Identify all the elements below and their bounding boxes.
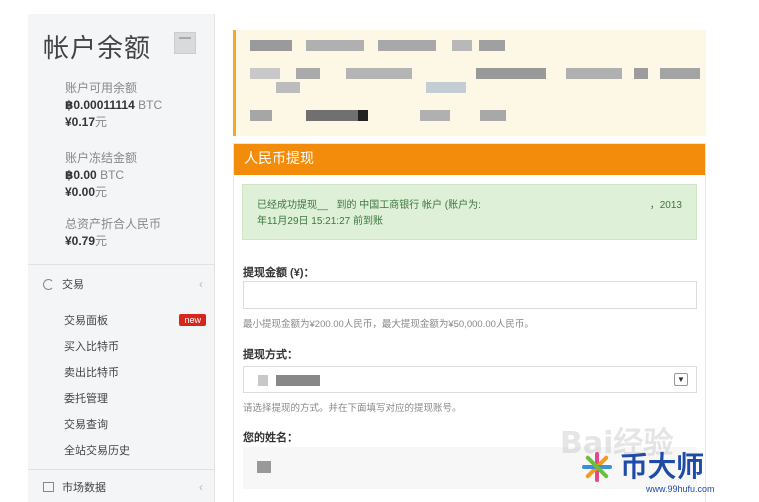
market-section-label: 市场数据 xyxy=(62,482,106,494)
logo-icon xyxy=(580,450,614,484)
cny-unit: 元 xyxy=(95,185,108,199)
redacted-text xyxy=(452,40,472,51)
redacted-text xyxy=(378,40,436,51)
redacted-text xyxy=(480,110,506,121)
sidebar-item-label: 卖出比特币 xyxy=(64,367,119,379)
sidebar-item-label: 全站交易历史 xyxy=(64,445,130,457)
redacted-text xyxy=(257,461,271,473)
available-cny-value: ¥0.17 xyxy=(65,115,96,129)
redacted-text xyxy=(306,40,364,51)
redacted-text xyxy=(276,375,320,386)
amount-label: 提现金额 (¥)： xyxy=(243,267,315,279)
redacted-text xyxy=(276,82,300,93)
redacted-text xyxy=(306,110,358,121)
brand-title: 币大师 xyxy=(620,450,705,483)
sidebar-item-buy-bitcoin[interactable]: 买入比特币 xyxy=(64,338,206,354)
sidebar-item-label: 委托管理 xyxy=(64,393,108,405)
sidebar-item-label: 交易面板 xyxy=(64,315,108,327)
sidebar-item-trade-query[interactable]: 交易查询 xyxy=(64,416,206,432)
divider xyxy=(28,469,214,470)
success-date: ，2013 xyxy=(649,200,682,211)
btc-unit: BTC xyxy=(100,168,125,182)
frozen-label: 账户冻结金额 xyxy=(65,151,138,165)
redacted-text xyxy=(566,68,622,79)
total-assets: 总资产折合人民币 ¥0.79元 xyxy=(65,216,161,250)
redacted-text xyxy=(250,68,280,79)
amount-help-text: 最小提现金额为¥200.00人民币，最大提现金额为¥50,000.00人民币。 xyxy=(243,319,534,330)
redacted-text xyxy=(479,40,505,51)
notice-box xyxy=(233,30,706,136)
sidebar-item-order-management[interactable]: 委托管理 xyxy=(64,390,206,406)
chevron-down-icon[interactable]: ▼ xyxy=(674,373,688,386)
redacted-text xyxy=(426,82,466,93)
success-text: 到的 中国工商银行 帐户 (账户为: xyxy=(336,200,481,211)
sidebar-toggle-button[interactable] xyxy=(174,32,196,54)
new-badge: new xyxy=(179,314,206,326)
redacted-text xyxy=(660,68,700,79)
name-label: 您的姓名： xyxy=(243,432,298,444)
redacted-text xyxy=(258,375,268,386)
cny-unit: 元 xyxy=(95,234,108,248)
sidebar-item-label: 交易查询 xyxy=(64,419,108,431)
sidebar: 帐户余额 账户可用余额 ฿0.00011114 BTC ¥0.17元 账户冻结金… xyxy=(28,14,215,502)
account-balance-title: 帐户余额 xyxy=(43,34,152,64)
sidebar-item-sell-bitcoin[interactable]: 卖出比特币 xyxy=(64,364,206,380)
redacted-text xyxy=(346,68,412,79)
sidebar-item-label: 买入比特币 xyxy=(64,341,119,353)
frozen-btc-value: ฿0.00 xyxy=(65,168,97,182)
panel-title: 人民币提现 xyxy=(234,144,705,175)
redacted-text xyxy=(250,110,272,121)
brand-watermark: 币大师 www.99hufu.com xyxy=(580,450,715,494)
success-alert: 已经成功提现__ 到的 中国工商银行 帐户 (账户为: 年11月29日 15:2… xyxy=(242,184,697,240)
redacted-text xyxy=(634,68,648,79)
redacted-text xyxy=(476,68,546,79)
divider xyxy=(28,264,214,265)
total-cny-value: ¥0.79 xyxy=(65,234,96,248)
success-text: 年11月29日 15:21:27 前到账 xyxy=(257,216,383,227)
chevron-left-icon: ‹ xyxy=(199,480,203,494)
total-label: 总资产折合人民币 xyxy=(65,217,162,231)
frozen-balance: 账户冻结金额 ฿0.00 BTC ¥0.00元 xyxy=(65,150,137,201)
menu-icon xyxy=(179,37,191,39)
available-btc-value: ฿0.00011114 xyxy=(65,98,135,112)
redacted-text xyxy=(358,110,368,121)
frozen-cny-value: ¥0.00 xyxy=(65,185,96,199)
amount-input[interactable] xyxy=(243,281,697,309)
sidebar-item-trade-panel[interactable]: 交易面板 new xyxy=(64,312,206,328)
sidebar-section-trade[interactable]: 交易 ‹ xyxy=(43,276,203,292)
exchange-icon xyxy=(43,278,54,290)
sidebar-section-market-data[interactable]: 市场数据 ‹ xyxy=(43,479,203,495)
brand-url: www.99hufu.com xyxy=(646,484,715,494)
method-label: 提现方式： xyxy=(243,349,298,361)
sidebar-item-site-trade-history[interactable]: 全站交易历史 xyxy=(64,442,206,458)
success-text: 已经成功提现 xyxy=(257,200,317,211)
redacted-text xyxy=(296,68,320,79)
method-help-text: 请选择提现的方式。并在下面填写对应的提现账号。 xyxy=(243,403,462,414)
trade-section-label: 交易 xyxy=(62,279,84,291)
redacted-text xyxy=(250,40,292,51)
withdraw-method-select[interactable]: ▼ xyxy=(243,366,697,393)
chevron-left-icon: ‹ xyxy=(199,277,203,291)
chart-icon xyxy=(43,482,54,492)
cny-unit: 元 xyxy=(95,115,108,129)
btc-unit: BTC xyxy=(138,98,163,112)
available-balance: 账户可用余额 ฿0.00011114 BTC ¥0.17元 xyxy=(65,80,162,131)
available-label: 账户可用余额 xyxy=(65,81,138,95)
redacted-text xyxy=(420,110,450,121)
